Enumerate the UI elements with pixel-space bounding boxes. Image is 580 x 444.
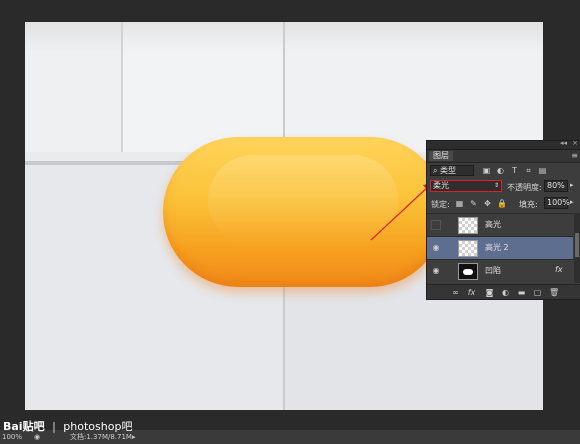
filter-row: ⌕ 类型 ▣ ◐ T ⌗ ▤ <box>427 163 580 177</box>
layer-name: 高光 <box>485 220 501 229</box>
tieba-logo: Bai贴吧 <box>3 420 45 433</box>
filter-kind-label: 类型 <box>440 166 457 175</box>
blend-mode-select[interactable]: 柔光 ⇕ <box>430 180 502 192</box>
layer-row[interactable]: ◉ 凹陷 fx <box>427 259 573 282</box>
panel-bottom-bar: ∞ fx ◙ ◐ ▬ ▢ 🗑 <box>427 284 580 299</box>
close-icon[interactable]: × <box>572 139 578 147</box>
visibility-toggle[interactable] <box>431 220 441 230</box>
eye-icon[interactable]: ◉ <box>431 243 441 253</box>
photoshop-workspace: ◂◂ × 图层 ≡ ⌕ 类型 ▣ ◐ T ⌗ ▤ 柔光 ⇕ 不透明度: 80% <box>0 0 580 444</box>
fill-label: 填充: <box>519 200 538 209</box>
layers-scrollbar[interactable] <box>574 213 580 283</box>
status-arrow-icon[interactable]: ▸ <box>132 430 136 444</box>
search-icon: ⌕ <box>433 166 438 175</box>
pixel-filter-icon[interactable]: ▣ <box>482 166 491 175</box>
fill-slider-icon[interactable]: ▸ <box>570 198 574 206</box>
lock-position-icon[interactable]: ✥ <box>483 199 492 208</box>
lock-all-icon[interactable]: 🔒 <box>497 199 507 208</box>
new-layer-icon[interactable]: ▢ <box>533 288 542 297</box>
tab-layers[interactable]: 图层 <box>429 151 453 161</box>
eye-icon[interactable]: ◉ <box>431 266 441 276</box>
smart-object-filter-icon[interactable]: ▤ <box>538 166 547 175</box>
opacity-label: 不透明度: <box>507 183 542 192</box>
chevron-down-icon: ⇕ <box>493 182 499 189</box>
layer-list: 高光 ◉ 高光 2 ◉ 凹陷 fx <box>427 213 580 283</box>
shape-filter-icon[interactable]: ⌗ <box>524 166 533 175</box>
blend-mode-value: 柔光 <box>433 181 449 190</box>
type-filter-icon[interactable]: T <box>510 166 519 175</box>
lock-row: 锁定: ▦ ✎ ✥ 🔒 填充: 100% ▸ <box>427 196 580 210</box>
fill-value: 100% <box>547 198 570 207</box>
layer-thumbnail <box>458 240 478 257</box>
watermark-text: photoshop吧 <box>63 420 133 433</box>
layer-name: 高光 2 <box>485 243 509 252</box>
panel-title-bar: ◂◂ × <box>427 139 580 150</box>
panel-menu-icon[interactable]: ≡ <box>571 151 578 160</box>
lock-label: 锁定: <box>431 200 450 209</box>
annotation-arrow-line <box>370 185 430 241</box>
scrollbar-thumb[interactable] <box>575 233 579 257</box>
panel-tab-row: 图层 ≡ <box>427 150 580 163</box>
add-style-icon[interactable]: fx <box>467 288 476 297</box>
adjustment-filter-icon[interactable]: ◐ <box>496 166 505 175</box>
fx-badge[interactable]: fx <box>555 265 563 274</box>
new-group-icon[interactable]: ▬ <box>517 288 526 297</box>
opacity-value: 80% <box>547 181 565 190</box>
watermark-separator: | <box>52 420 56 433</box>
lock-transparent-icon[interactable]: ▦ <box>455 199 464 208</box>
tieba-watermark: Bai贴吧 | photoshop吧 <box>3 418 132 434</box>
lock-image-icon[interactable]: ✎ <box>469 199 478 208</box>
filter-kind-select[interactable]: ⌕ 类型 <box>430 165 474 176</box>
opacity-input[interactable]: 80% <box>544 180 568 192</box>
add-mask-icon[interactable]: ◙ <box>485 288 494 297</box>
layers-panel: ◂◂ × 图层 ≡ ⌕ 类型 ▣ ◐ T ⌗ ▤ 柔光 ⇕ 不透明度: 80% <box>426 139 580 300</box>
blend-row: 柔光 ⇕ 不透明度: 80% ▸ <box>427 179 580 193</box>
layer-name: 凹陷 <box>485 266 501 275</box>
layer-thumbnail <box>458 217 478 234</box>
link-layers-icon[interactable]: ∞ <box>451 288 460 297</box>
layer-thumbnail <box>458 263 478 280</box>
layer-row-selected[interactable]: ◉ 高光 2 <box>427 236 573 259</box>
trash-icon[interactable]: 🗑 <box>549 288 559 297</box>
layer-row[interactable]: 高光 <box>427 213 573 236</box>
fill-input[interactable]: 100% <box>544 197 570 209</box>
shape-preview <box>463 269 473 275</box>
opacity-slider-icon[interactable]: ▸ <box>570 181 574 189</box>
new-adjustment-icon[interactable]: ◐ <box>501 288 510 297</box>
collapse-icon[interactable]: ◂◂ <box>560 139 567 147</box>
